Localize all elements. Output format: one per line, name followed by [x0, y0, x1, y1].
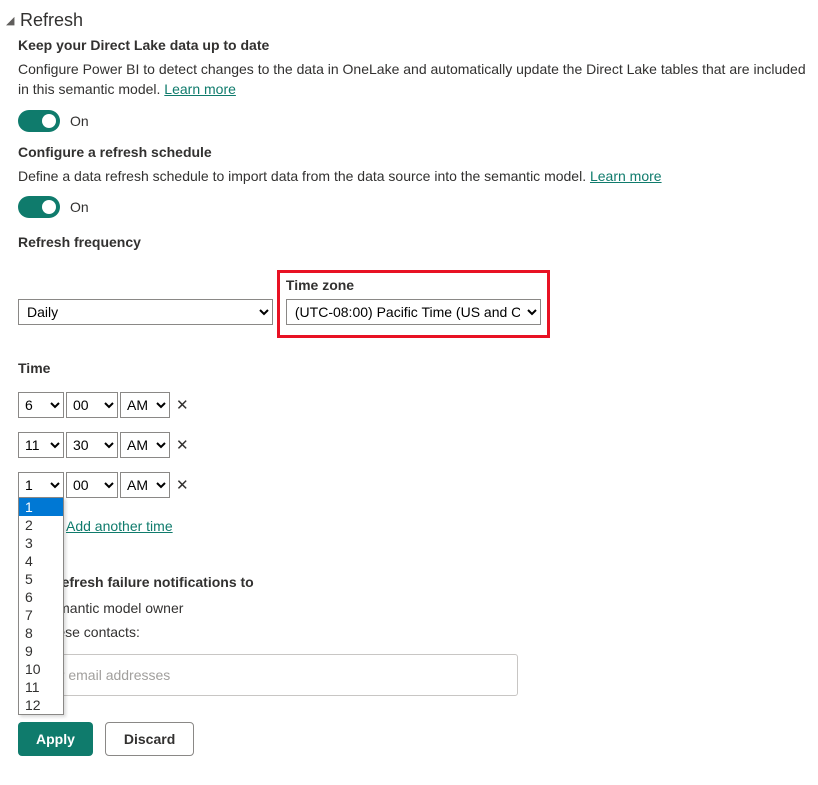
time-hour-select[interactable]: 6: [18, 392, 64, 418]
chevron-down-icon[interactable]: ◢: [6, 14, 16, 27]
contacts-checkbox-row[interactable]: These contacts:: [18, 624, 808, 640]
hour-option[interactable]: 2: [19, 516, 63, 534]
remove-time-icon[interactable]: ✕: [176, 476, 189, 494]
discard-button[interactable]: Discard: [105, 722, 194, 756]
schedule-toggle[interactable]: [18, 196, 60, 218]
hour-option[interactable]: 1: [19, 498, 63, 516]
direct-lake-toggle[interactable]: [18, 110, 60, 132]
remove-time-icon[interactable]: ✕: [176, 436, 189, 454]
hour-option[interactable]: 7: [19, 606, 63, 624]
schedule-heading: Configure a refresh schedule: [18, 144, 808, 160]
timezone-highlight-box: Time zone (UTC-08:00) Pacific Time (US a…: [277, 270, 550, 338]
section-title: Refresh: [20, 10, 83, 31]
hour-option[interactable]: 6: [19, 588, 63, 606]
notifications-heading: Send refresh failure notifications to: [18, 574, 808, 590]
add-time-link[interactable]: Add another time: [66, 518, 173, 534]
time-ampm-select[interactable]: AM: [120, 392, 170, 418]
time-minute-select[interactable]: 00: [66, 392, 118, 418]
owner-checkbox-row[interactable]: Semantic model owner: [18, 600, 808, 616]
hour-option[interactable]: 3: [19, 534, 63, 552]
schedule-learn-more-link[interactable]: Learn more: [590, 168, 662, 184]
contacts-email-input[interactable]: [18, 654, 518, 696]
time-label: Time: [18, 360, 808, 376]
frequency-label: Refresh frequency: [18, 234, 808, 250]
direct-lake-desc: Configure Power BI to detect changes to …: [18, 59, 808, 100]
frequency-select[interactable]: Daily: [18, 299, 273, 325]
hour-option[interactable]: 10: [19, 660, 63, 678]
direct-lake-learn-more-link[interactable]: Learn more: [164, 81, 236, 97]
time-ampm-select[interactable]: AM: [120, 472, 170, 498]
hour-option[interactable]: 12: [19, 696, 63, 714]
time-minute-select[interactable]: 30: [66, 432, 118, 458]
time-ampm-select[interactable]: AM: [120, 432, 170, 458]
apply-button[interactable]: Apply: [18, 722, 93, 756]
time-minute-select[interactable]: 00: [66, 472, 118, 498]
hour-dropdown-list: 1 2 3 4 5 6 7 8 9 10 11 12: [18, 497, 64, 715]
hour-option[interactable]: 11: [19, 678, 63, 696]
hour-option[interactable]: 5: [19, 570, 63, 588]
timezone-select[interactable]: (UTC-08:00) Pacific Time (US and Can: [286, 299, 541, 325]
remove-time-icon[interactable]: ✕: [176, 396, 189, 414]
schedule-desc: Define a data refresh schedule to import…: [18, 166, 808, 186]
direct-lake-toggle-label: On: [70, 113, 89, 129]
hour-option[interactable]: 9: [19, 642, 63, 660]
schedule-toggle-label: On: [70, 199, 89, 215]
time-hour-select[interactable]: 11: [18, 432, 64, 458]
time-row: 1 1 2 3 4 5 6 7 8 9 10 11 12 00 AM ✕: [18, 472, 808, 498]
schedule-desc-text: Define a data refresh schedule to import…: [18, 168, 590, 184]
time-row: 6 00 AM ✕: [18, 392, 808, 418]
hour-option[interactable]: 8: [19, 624, 63, 642]
direct-lake-desc-text: Configure Power BI to detect changes to …: [18, 61, 806, 97]
timezone-label: Time zone: [286, 277, 541, 293]
time-row: 11 30 AM ✕: [18, 432, 808, 458]
hour-option[interactable]: 4: [19, 552, 63, 570]
time-hour-select[interactable]: 1: [18, 472, 64, 498]
direct-lake-heading: Keep your Direct Lake data up to date: [18, 37, 808, 53]
